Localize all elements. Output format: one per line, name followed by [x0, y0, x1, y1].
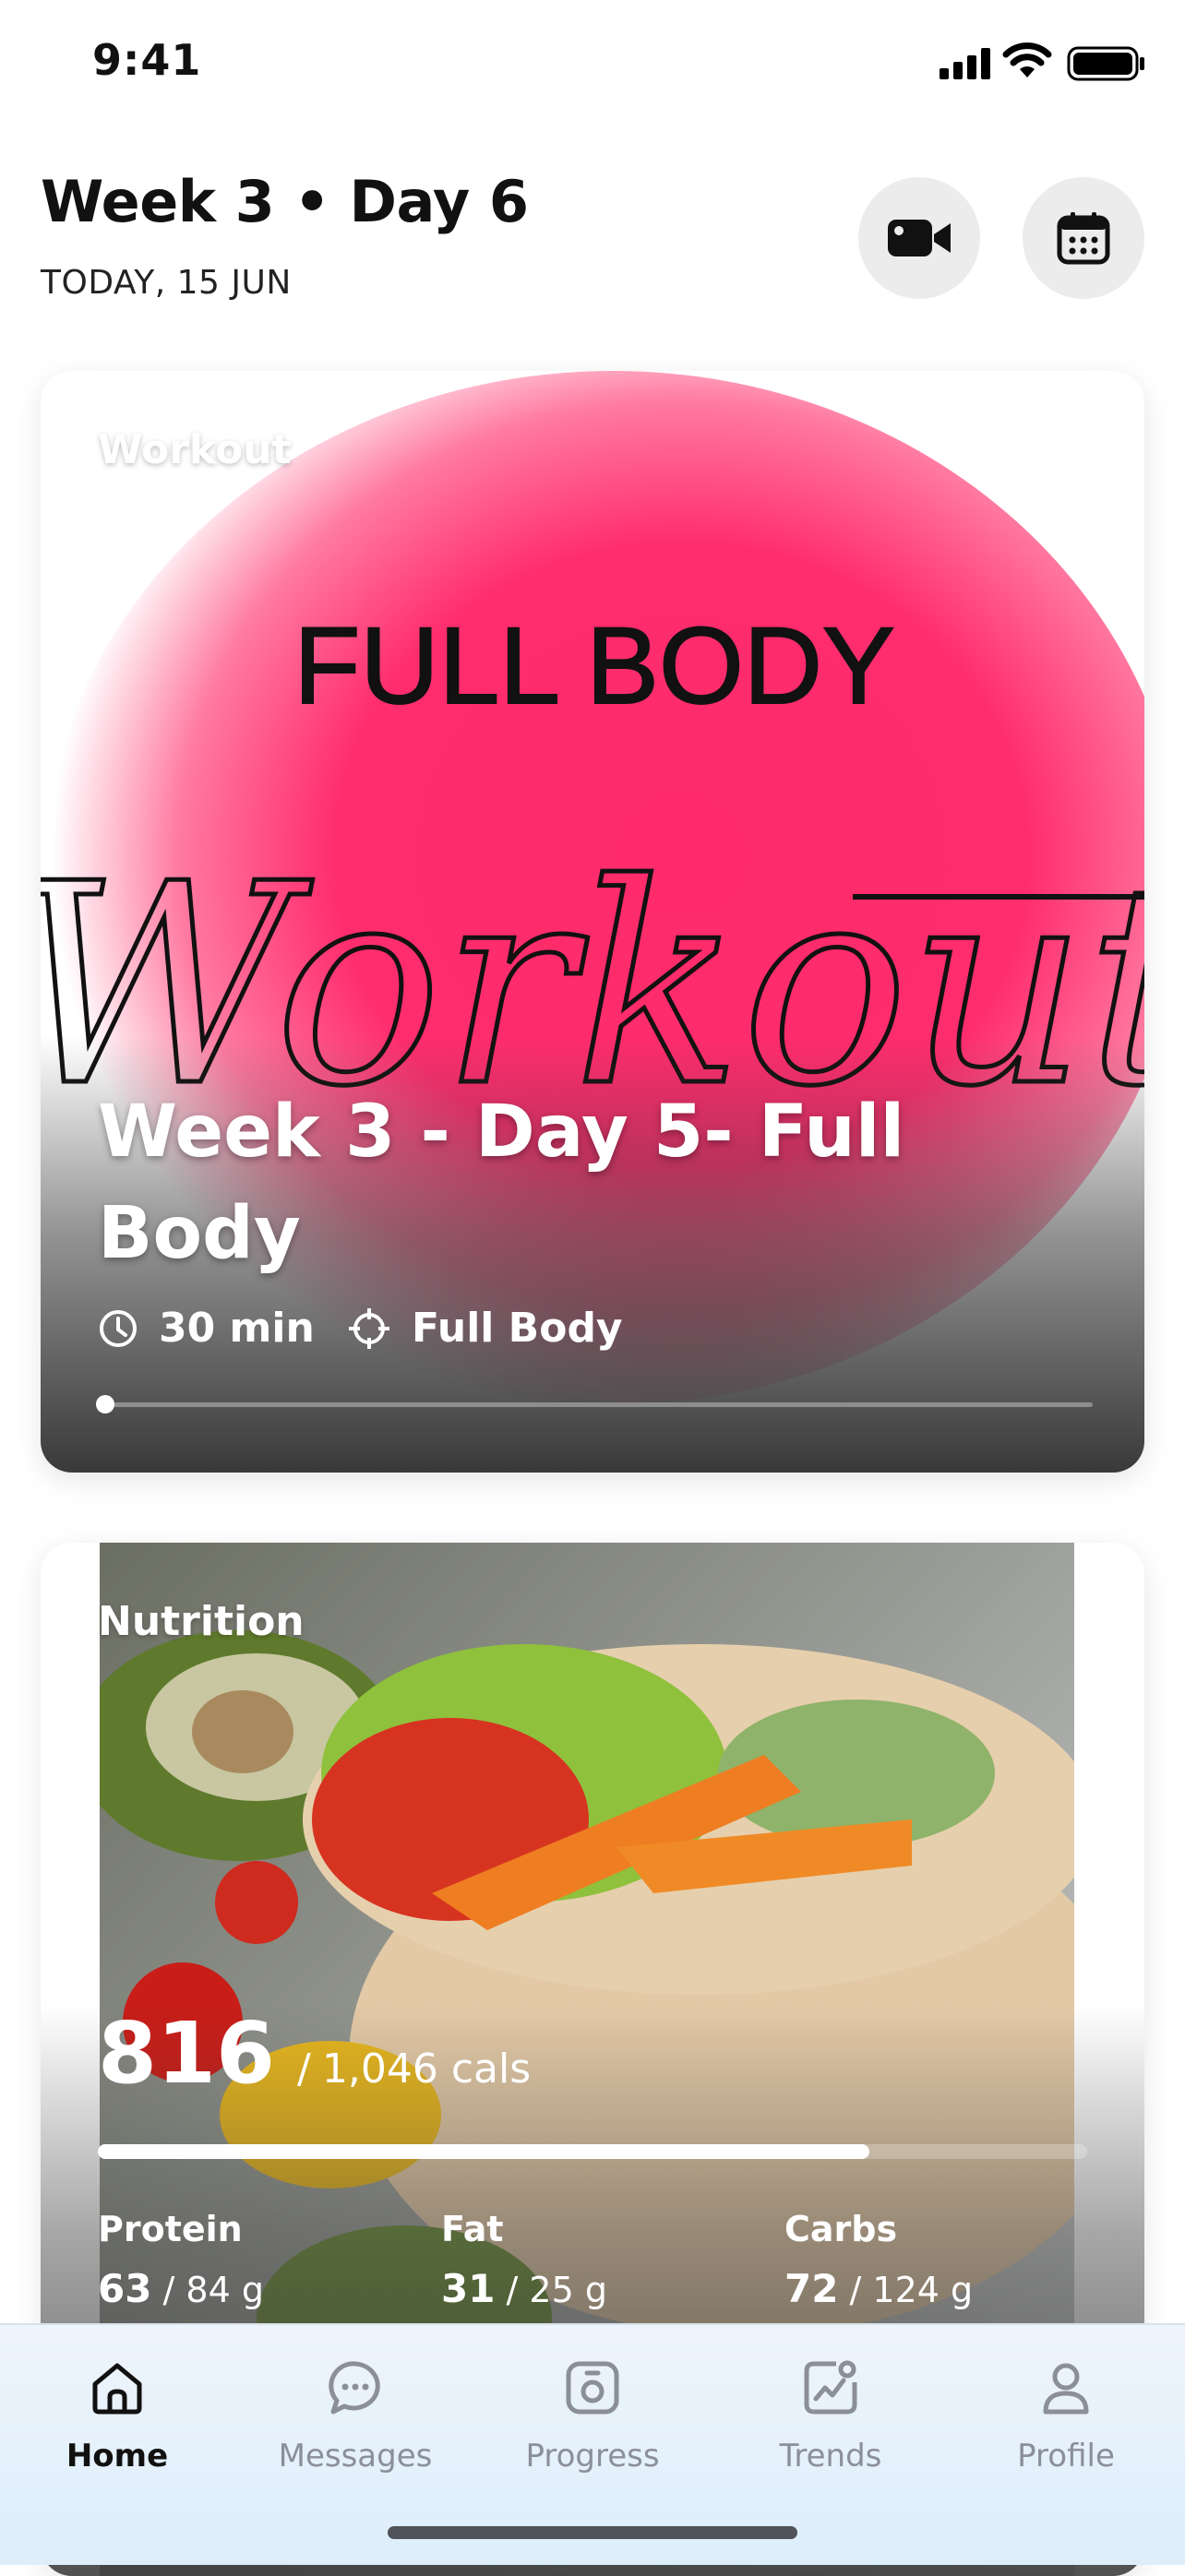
tab-label: Messages: [278, 2438, 433, 2475]
tab-label: Trends: [779, 2438, 882, 2475]
calendar-button[interactable]: [1023, 177, 1144, 299]
tab-profile[interactable]: Profile: [964, 2351, 1167, 2475]
wifi-icon: [1002, 42, 1052, 78]
workout-title: Week 3 - Day 5- Full Body: [98, 1091, 905, 1275]
macro-value: 31: [441, 2266, 496, 2311]
workout-card[interactable]: FULL BODY Workout Workout Week 3 - Day 5…: [41, 371, 1144, 1473]
macro-carbs: Carbs 72 / 124 g: [784, 2209, 973, 2311]
calorie-progress-track: [98, 2144, 1087, 2159]
battery-icon: [1067, 46, 1144, 81]
home-icon: [92, 2363, 142, 2415]
status-time: 9:41: [92, 35, 202, 85]
tab-progress[interactable]: Progress: [491, 2351, 694, 2475]
macro-goal: / 84 g: [162, 2270, 264, 2310]
macro-value: 72: [784, 2266, 839, 2311]
macro-value: 63: [98, 2266, 152, 2311]
tab-label: Profile: [1017, 2438, 1115, 2475]
calorie-summary: 816 / 1,046 cals: [98, 2004, 531, 2103]
workout-duration-text: 30 min: [159, 1305, 315, 1352]
target-icon: [349, 1307, 389, 1349]
macro-name: Fat: [441, 2209, 504, 2249]
cellular-signal-icon: [940, 48, 990, 79]
tab-trends[interactable]: Trends: [729, 2351, 932, 2475]
macro-protein: Protein 63 / 84 g: [98, 2209, 264, 2311]
workout-duration: 30 min: [98, 1305, 315, 1352]
workout-focus-text: Full Body: [412, 1305, 623, 1352]
person-icon: [1043, 2363, 1089, 2415]
tab-home[interactable]: Home: [16, 2351, 219, 2475]
calendar-icon: [1057, 212, 1110, 265]
page-title: Week 3 • Day 6: [41, 168, 529, 235]
tab-messages[interactable]: Messages: [254, 2351, 457, 2475]
calories-separator: /: [297, 2045, 311, 2093]
macro-goal: / 25 g: [506, 2270, 607, 2310]
progress-photo-icon: [566, 2361, 619, 2415]
trends-chart-icon: [804, 2360, 857, 2415]
tab-label: Home: [66, 2438, 169, 2475]
status-bar: 9:41: [0, 0, 1185, 120]
tab-label: Progress: [525, 2438, 660, 2475]
nutrition-card-label: Nutrition: [98, 1598, 305, 1645]
calorie-progress-fill: [98, 2144, 870, 2159]
workout-card-label: Workout: [98, 426, 292, 473]
video-call-button[interactable]: [858, 177, 980, 299]
home-indicator: [388, 2526, 797, 2539]
video-camera-icon: [888, 220, 951, 256]
workout-progress-indicator: [96, 1395, 114, 1413]
artwork-heading: FULL BODY: [293, 605, 894, 727]
calories-goal: 1,046 cals: [321, 2045, 532, 2093]
clock-icon: [100, 1309, 137, 1347]
macro-goal: / 124 g: [849, 2270, 974, 2310]
workout-progress-track: [103, 1402, 1093, 1407]
macro-name: Protein: [98, 2209, 243, 2249]
workout-focus: Full Body: [347, 1305, 623, 1352]
chat-bubble-icon: [329, 2361, 380, 2415]
macro-name: Carbs: [784, 2209, 898, 2249]
macro-fat: Fat 31 / 25 g: [441, 2209, 607, 2311]
calories-consumed: 816: [98, 2004, 276, 2103]
page-date: TODAY, 15 JUN: [41, 264, 292, 302]
